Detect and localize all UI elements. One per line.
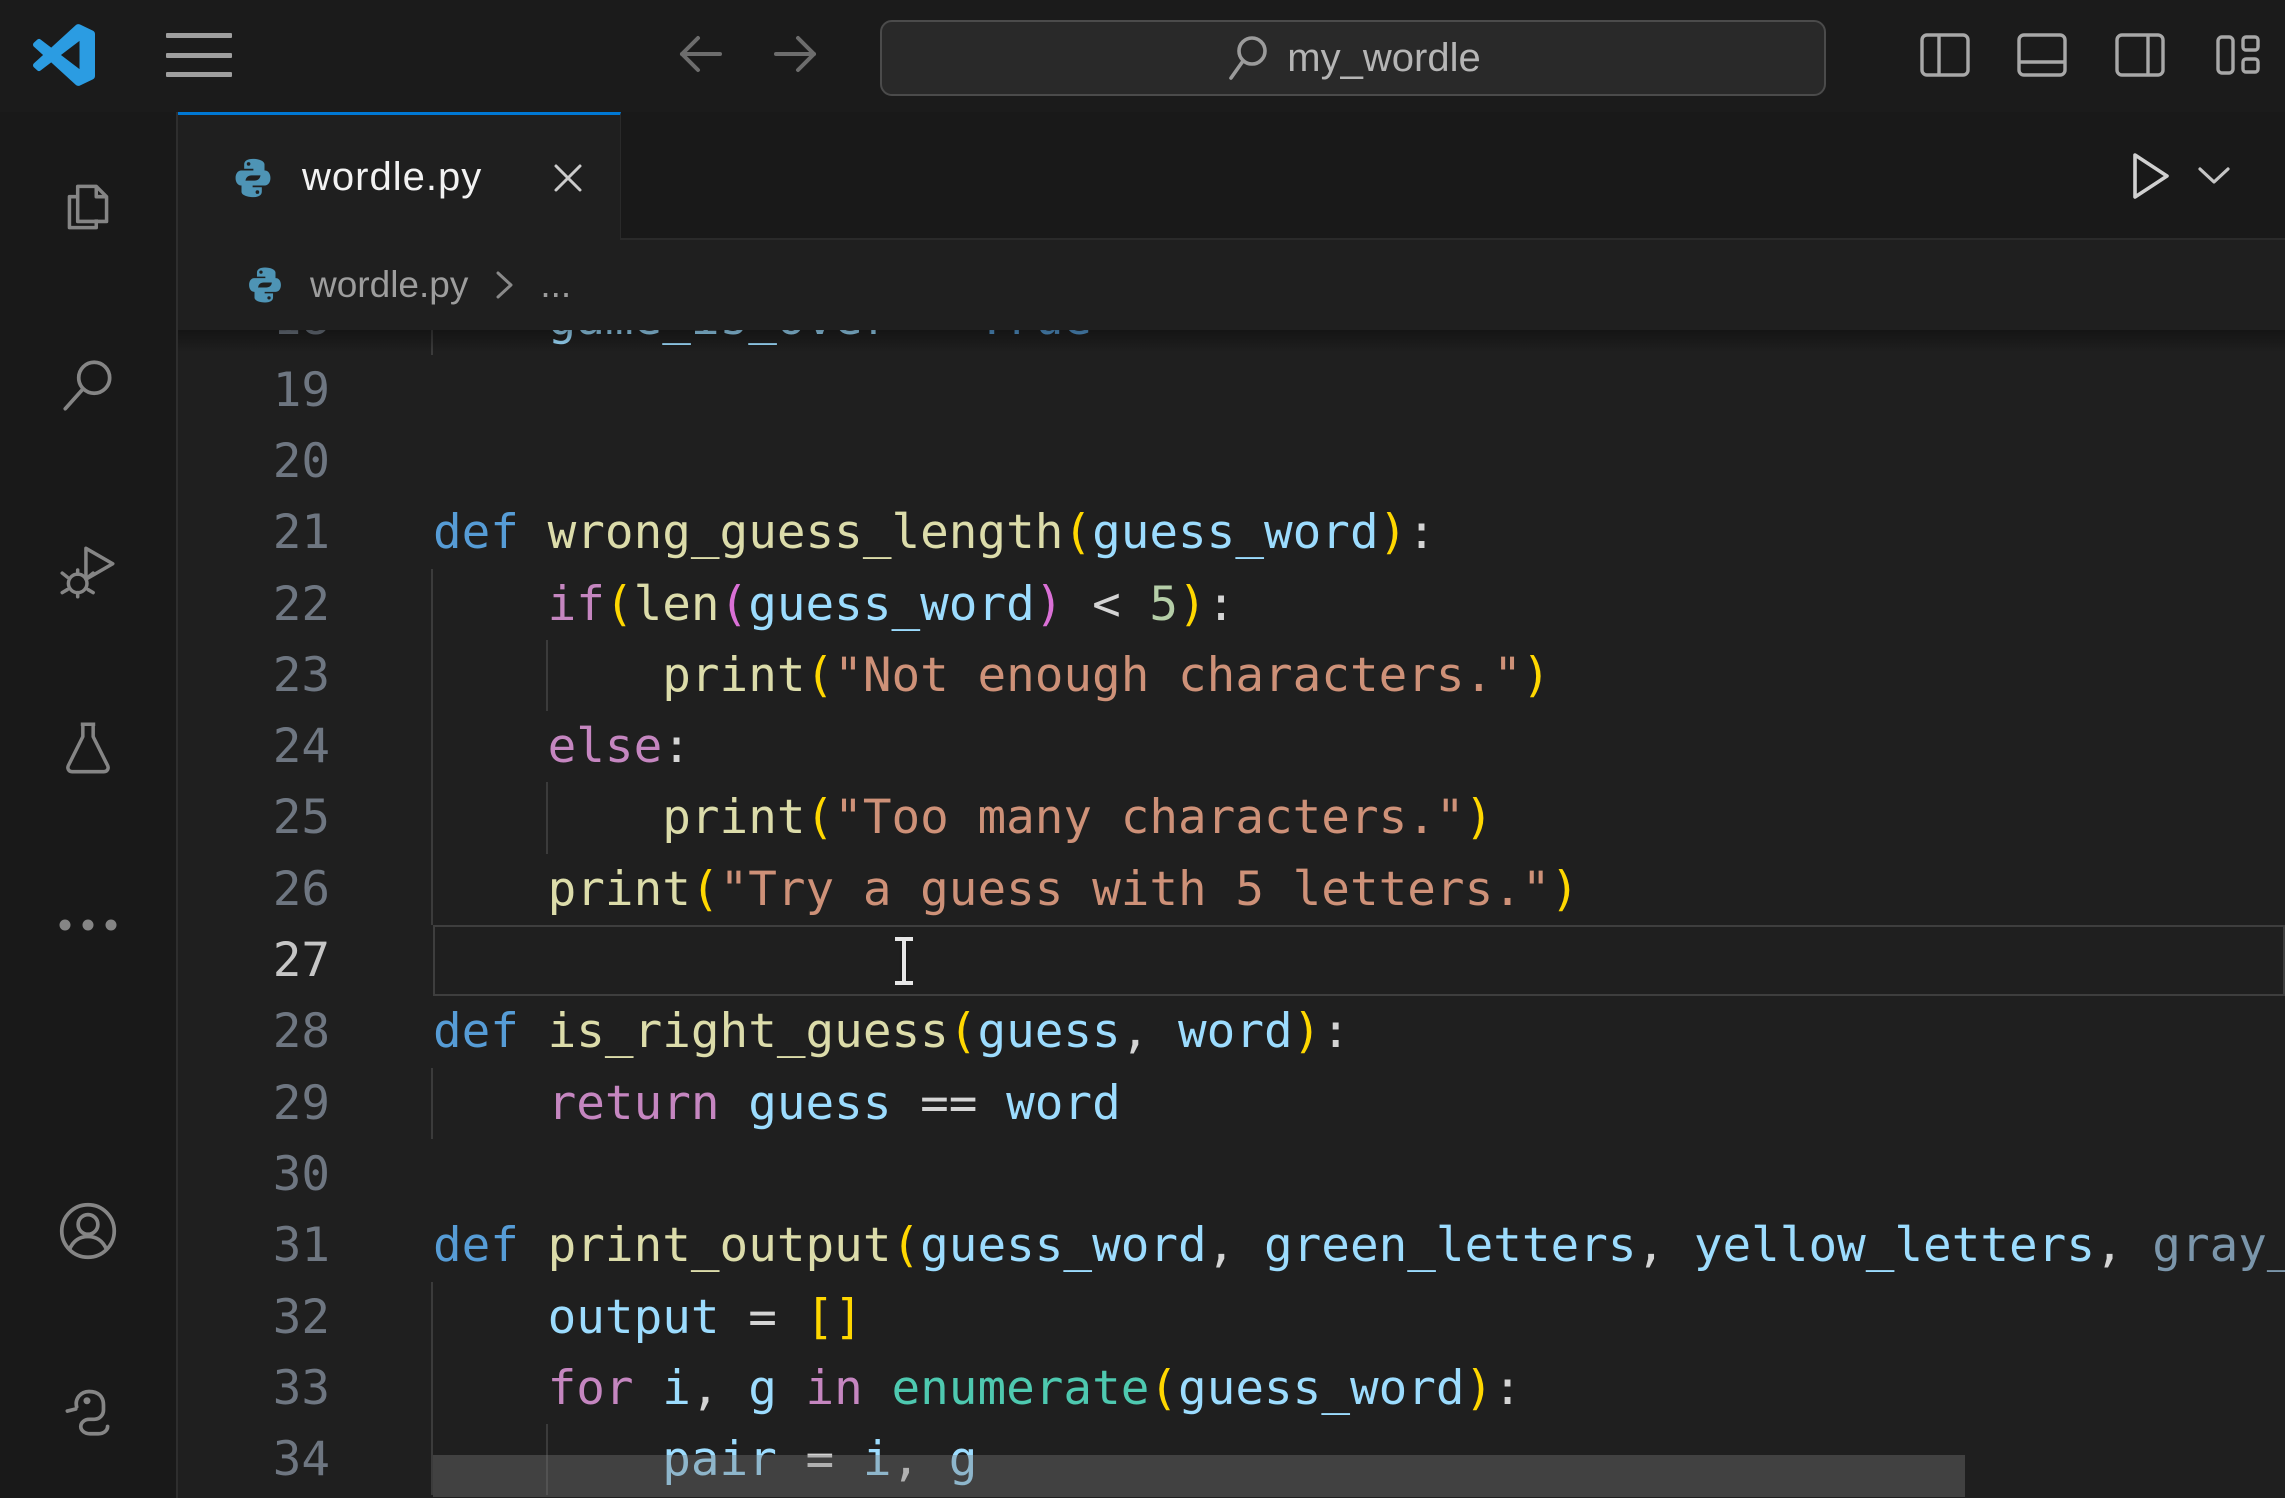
breadcrumb: wordle.py ...: [178, 240, 2285, 330]
go-forward-icon[interactable]: [770, 30, 822, 78]
code-text: for i, g in enumerate(guess_word):: [330, 1353, 1522, 1424]
indent-guide: [546, 782, 548, 853]
code-editor[interactable]: 18 game_is_over = True192021def wrong_gu…: [178, 330, 2285, 1498]
accounts-icon[interactable]: [53, 1196, 123, 1266]
line-number[interactable]: 18: [178, 330, 330, 355]
tab-wordle-py[interactable]: wordle.py: [178, 112, 621, 240]
code-line[interactable]: 26 print("Try a guess with 5 letters."): [178, 854, 2285, 925]
testing-icon[interactable]: [55, 714, 121, 784]
code-text: [330, 1139, 433, 1210]
toggle-panel-icon[interactable]: [2015, 27, 2069, 83]
code-line[interactable]: 29 return guess == word: [178, 1068, 2285, 1139]
code-text: return guess == word: [330, 1068, 1121, 1139]
code-line[interactable]: 23 print("Not enough characters."): [178, 640, 2285, 711]
code-text: print("Not enough characters."): [330, 640, 1551, 711]
indent-guide: [431, 782, 433, 853]
line-number[interactable]: 23: [178, 640, 330, 711]
code-text: def is_right_guess(guess, word):: [330, 996, 1350, 1067]
code-line[interactable]: 28def is_right_guess(guess, word):: [178, 996, 2285, 1067]
explorer-icon[interactable]: [55, 172, 121, 242]
code-text: [330, 355, 433, 426]
code-line[interactable]: 25 print("Too many characters."): [178, 782, 2285, 853]
code-text: [330, 426, 433, 497]
line-number[interactable]: 33: [178, 1353, 330, 1424]
run-python-file-icon[interactable]: [2129, 149, 2173, 203]
code-line[interactable]: 32 output = []: [178, 1282, 2285, 1353]
run-options-chevron-icon[interactable]: [2195, 162, 2233, 190]
line-number[interactable]: 31: [178, 1210, 330, 1281]
breadcrumb-symbol[interactable]: ...: [540, 264, 571, 306]
code-line[interactable]: 31def print_output(guess_word, green_let…: [178, 1210, 2285, 1281]
close-tab-icon[interactable]: [546, 156, 590, 200]
code-line[interactable]: 22 if(len(guess_word) < 5):: [178, 569, 2285, 640]
activity-bar: [0, 112, 178, 1498]
search-value: my_wordle: [1287, 36, 1480, 81]
code-text: def wrong_guess_length(guess_word):: [330, 497, 1436, 568]
line-number[interactable]: 21: [178, 497, 330, 568]
line-number[interactable]: 28: [178, 996, 330, 1067]
code-text: game_is_over = True: [330, 330, 1092, 355]
code-line[interactable]: 24 else:: [178, 711, 2285, 782]
search-icon: [1225, 33, 1271, 83]
code-line[interactable]: 33 for i, g in enumerate(guess_word):: [178, 1353, 2285, 1424]
vscode-logo-icon: [33, 24, 95, 86]
chevron-right-icon: [492, 267, 516, 303]
line-number[interactable]: 30: [178, 1139, 330, 1210]
breadcrumb-file[interactable]: wordle.py: [310, 264, 468, 306]
toggle-primary-sidebar-icon[interactable]: [1918, 27, 1972, 83]
line-number[interactable]: 24: [178, 711, 330, 782]
mouse-ibeam-cursor: [902, 937, 906, 985]
indent-guide: [431, 1353, 433, 1424]
line-number[interactable]: 25: [178, 782, 330, 853]
vscode-window: my_wordle: [0, 0, 2285, 1498]
editor-actions: [2129, 112, 2285, 240]
indent-guide: [431, 854, 433, 925]
more-actions-icon[interactable]: [55, 915, 121, 935]
python-file-icon: [230, 155, 276, 201]
code-line[interactable]: 27: [178, 925, 2285, 996]
python-file-icon: [244, 264, 286, 306]
code-line[interactable]: 21def wrong_guess_length(guess_word):: [178, 497, 2285, 568]
menu-icon[interactable]: [166, 33, 232, 77]
line-number[interactable]: 29: [178, 1068, 330, 1139]
editor-group: wordle.py: [178, 112, 2285, 1498]
horizontal-scrollbar[interactable]: [433, 1455, 1965, 1497]
line-number[interactable]: 27: [178, 925, 330, 996]
line-number[interactable]: 32: [178, 1282, 330, 1353]
indent-guide: [431, 330, 433, 355]
run-and-debug-icon[interactable]: [55, 536, 121, 606]
indent-guide: [431, 711, 433, 782]
line-number[interactable]: 22: [178, 569, 330, 640]
indent-guide: [431, 1068, 433, 1139]
code-lines: 18 game_is_over = True192021def wrong_gu…: [178, 330, 2285, 1495]
customize-layout-icon[interactable]: [2213, 27, 2267, 83]
code-line[interactable]: 20: [178, 426, 2285, 497]
indent-guide: [431, 1282, 433, 1353]
line-number[interactable]: 34: [178, 1424, 330, 1495]
title-bar: my_wordle: [0, 0, 2285, 112]
go-back-icon[interactable]: [674, 30, 726, 78]
code-text: def print_output(guess_word, green_lette…: [330, 1210, 2285, 1281]
toggle-secondary-sidebar-icon[interactable]: [2113, 27, 2167, 83]
command-center-search[interactable]: my_wordle: [880, 20, 1826, 96]
python-environment-icon[interactable]: [55, 1374, 121, 1444]
indent-guide: [431, 640, 433, 711]
code-text: print("Too many characters."): [330, 782, 1493, 853]
indent-guide: [431, 569, 433, 640]
search-view-icon[interactable]: [55, 351, 121, 421]
code-text: output = []: [330, 1282, 863, 1353]
code-text: print("Try a guess with 5 letters."): [330, 854, 1579, 925]
line-number[interactable]: 26: [178, 854, 330, 925]
tab-label: wordle.py: [302, 155, 482, 200]
code-text: else:: [330, 711, 691, 782]
code-line[interactable]: 30: [178, 1139, 2285, 1210]
tab-bar: wordle.py: [178, 112, 2285, 240]
indent-guide: [546, 640, 548, 711]
line-number[interactable]: 19: [178, 355, 330, 426]
line-number[interactable]: 20: [178, 426, 330, 497]
code-text: if(len(guess_word) < 5):: [330, 569, 1235, 640]
code-text: [330, 925, 433, 996]
code-line[interactable]: 19: [178, 355, 2285, 426]
code-line[interactable]: 18 game_is_over = True: [178, 330, 2285, 355]
